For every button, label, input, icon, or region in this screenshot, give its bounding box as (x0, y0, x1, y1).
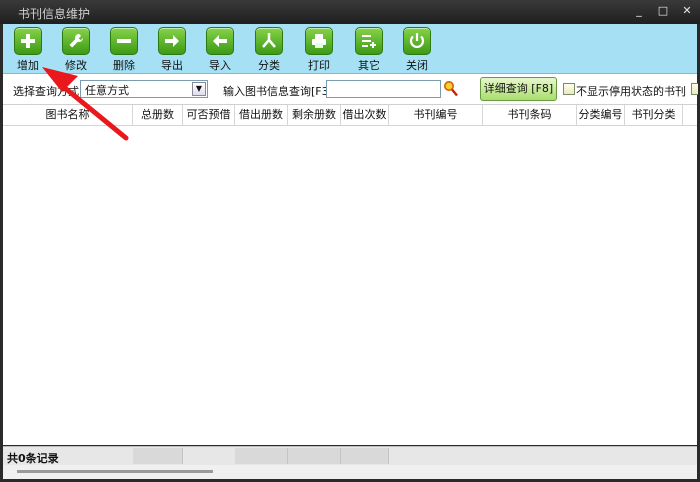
table-header: 图书名称 总册数 可否预借 借出册数 剩余册数 借出次数 书刊编号 书刊条码 分… (3, 105, 697, 126)
category-label: 分类 (258, 59, 280, 72)
export-label: 导出 (161, 59, 183, 72)
maximize-button[interactable]: □ (656, 4, 670, 18)
horizontal-scrollbar[interactable] (3, 465, 697, 479)
col-remaining-copies[interactable]: 剩余册数 (288, 105, 341, 125)
edit-button[interactable]: 修改 (53, 27, 99, 72)
app-window: 书刊信息维护 _ □ ✕ 增加 修改 删除 导出 导入 分类 打印 其它 关闭 … (0, 0, 700, 482)
arrow-right-icon (158, 27, 186, 55)
hide-disabled-label: 不显示停用状态的书刊 (576, 85, 686, 98)
print-button[interactable]: 打印 (296, 27, 342, 72)
minimize-button[interactable]: _ (632, 4, 646, 18)
list-add-icon (355, 27, 383, 55)
status-bar: 共0条记录 (3, 446, 697, 465)
power-icon (403, 27, 431, 55)
query-mode-select[interactable]: 任意方式 ▼ (80, 80, 208, 98)
add-label: 增加 (17, 59, 39, 72)
export-button[interactable]: 导出 (149, 27, 195, 72)
record-count: 共0条记录 (7, 452, 59, 465)
printer-icon (305, 27, 333, 55)
status-cell (133, 448, 183, 464)
chevron-down-icon[interactable]: ▼ (192, 82, 206, 96)
detail-search-button[interactable]: 详细查询 [F8] (480, 77, 557, 101)
hide-disabled-checkbox[interactable] (563, 83, 575, 95)
col-book-name[interactable]: 图书名称 (3, 105, 133, 125)
split-icon (255, 27, 283, 55)
col-total-copies[interactable]: 总册数 (133, 105, 183, 125)
search-bar: 选择查询方式 任意方式 ▼ 输入图书信息查询[F3]: 详细查询 [F8] 不显… (3, 74, 698, 105)
query-mode-value: 任意方式 (85, 84, 129, 97)
edit-label: 修改 (65, 59, 87, 72)
close-button[interactable]: 关闭 (394, 27, 440, 72)
col-category-number[interactable]: 分类编号 (577, 105, 625, 125)
col-lent-copies[interactable]: 借出册数 (235, 105, 288, 125)
window-controls: _ □ ✕ (632, 4, 694, 18)
scrollbar-thumb[interactable] (17, 470, 213, 473)
delete-button[interactable]: 删除 (101, 27, 147, 72)
col-lend-count[interactable]: 借出次数 (341, 105, 389, 125)
other-button[interactable]: 其它 (346, 27, 392, 72)
search-icon[interactable] (443, 80, 459, 98)
col-category[interactable]: 书刊分类 (625, 105, 683, 125)
col-barcode[interactable]: 书刊条码 (483, 105, 577, 125)
toolbar: 增加 修改 删除 导出 导入 分类 打印 其它 关闭 (3, 24, 697, 74)
arrow-left-icon (206, 27, 234, 55)
import-button[interactable]: 导入 (197, 27, 243, 72)
minus-icon (110, 27, 138, 55)
window-title: 书刊信息维护 (18, 7, 91, 21)
search-input[interactable] (326, 80, 441, 98)
print-label: 打印 (308, 59, 330, 72)
status-cell (288, 448, 341, 464)
delete-label: 删除 (113, 59, 135, 72)
close-window-button[interactable]: ✕ (680, 4, 694, 18)
wrench-icon (62, 27, 90, 55)
category-button[interactable]: 分类 (246, 27, 292, 72)
plus-icon (14, 27, 42, 55)
import-label: 导入 (209, 59, 231, 72)
col-can-reserve[interactable]: 可否预借 (183, 105, 235, 125)
title-bar: 书刊信息维护 _ □ ✕ (0, 0, 700, 24)
close-label: 关闭 (406, 59, 428, 72)
book-table: 图书名称 总册数 可否预借 借出册数 剩余册数 借出次数 书刊编号 书刊条码 分… (3, 105, 697, 445)
add-button[interactable]: 增加 (5, 27, 51, 72)
other-label: 其它 (358, 59, 380, 72)
query-mode-label: 选择查询方式 (13, 85, 79, 98)
status-cell (235, 448, 288, 464)
overflow-checkbox[interactable] (691, 83, 698, 95)
search-input-label: 输入图书信息查询[F3]: (223, 85, 337, 98)
col-book-number[interactable]: 书刊编号 (389, 105, 483, 125)
status-cell (341, 448, 389, 464)
